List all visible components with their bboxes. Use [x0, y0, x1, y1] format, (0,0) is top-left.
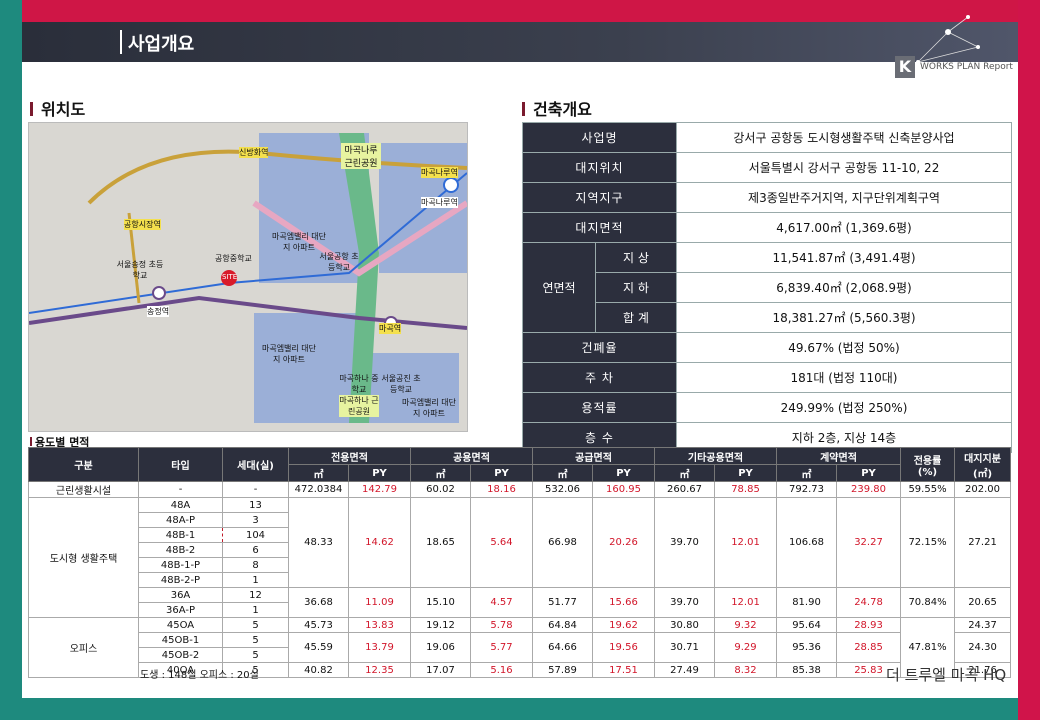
- building-spec-table: 사업명 강서구 공항동 도시형생활주택 신축분양사업 대지위치 서울특별시 강서구 …: [522, 122, 1012, 453]
- map-label: 공항시장역: [124, 219, 161, 230]
- map-label: 마곡엠밸리 대단지 아파트: [261, 344, 317, 364]
- logo-text: WORKS PLAN Report: [920, 62, 1013, 72]
- page-title: 사업개요: [128, 34, 195, 55]
- map-label: 송정역: [147, 306, 170, 317]
- map-label: 마곡하나 근린공원: [339, 395, 379, 417]
- site-marker: SITE: [222, 273, 238, 281]
- frame-left: [0, 0, 22, 720]
- location-map: 신방화역 공항시장역 마곡나루역 마곡나루역 마곡나루 근린공원 마곡엠밸리 대…: [28, 122, 468, 432]
- map-label: 서울공진 초등학교: [381, 374, 421, 394]
- table-row: 36A 12 36.68 11.09 15.10 4.57 51.77 15.66 39…: [29, 587, 1012, 618]
- map-label: 마곡나루역: [421, 197, 458, 208]
- map-label: 마곡엠밸리 대단지 아파트: [401, 398, 457, 418]
- map-label: 마곡하나 중학교: [339, 374, 379, 394]
- frame-bottom: [0, 698, 1040, 720]
- map-label: 마곡역: [379, 323, 402, 334]
- frame-top: [0, 0, 1040, 22]
- footnote: 도생 : 148실 오피스 : 20실: [140, 670, 259, 681]
- usage-area-table: 구분 타입 세대(실) 전용면적 공용면적 공급면적 기타공용면적 계약면적 전…: [28, 447, 1012, 678]
- header-bar: 사업개요: [22, 15, 1018, 64]
- map-label: 서울송정 초등학교: [116, 260, 164, 280]
- table-row: 오피스 45OA 5 45.73 13.83 19.12 5.78 64.84 19.6…: [28, 617, 1012, 678]
- building-title: 건축개요: [522, 96, 592, 120]
- table-row: 근린생활시설 -- 472.0384 142.79 60.02 18.16 532.…: [28, 481, 1012, 498]
- header-divider: [120, 30, 122, 54]
- table-row: 도시형 생활주택 48A 13 48.33 14.62 18.65 5.64 66.9…: [28, 497, 1012, 618]
- brand-name: 더 트루엘 마곡 HQ: [886, 666, 1007, 684]
- logo-k: K: [895, 56, 915, 78]
- map-label: 마곡엠밸리 대단지 아파트: [271, 232, 327, 252]
- map-label: 마곡나루역: [421, 167, 458, 178]
- map-label: 마곡나루 근린공원: [341, 143, 381, 169]
- map-label: 서울공항 초등학교: [319, 252, 359, 272]
- frame-right: [1018, 0, 1040, 720]
- location-title: 위치도: [30, 96, 85, 120]
- map-label: 신방화역: [239, 147, 269, 158]
- table-row: 45OB-1 5 45.59 13.79 19.06 5.77 64.66 19.56 …: [29, 632, 1012, 663]
- map-label: 공항중학교: [215, 254, 252, 263]
